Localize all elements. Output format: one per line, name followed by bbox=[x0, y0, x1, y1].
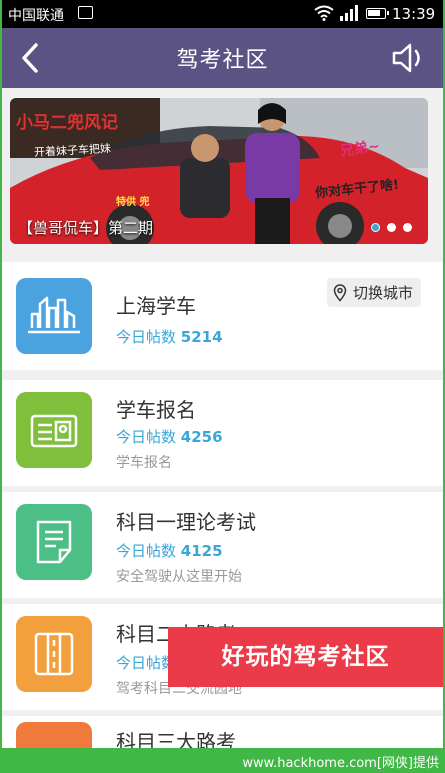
switch-city-button[interactable]: 切换城市 bbox=[326, 278, 421, 307]
road-3-icon bbox=[16, 722, 92, 748]
forum-subtitle: 安全驾驶从这里开始 bbox=[116, 569, 242, 585]
forum-title: 科目三大路考 bbox=[116, 730, 236, 748]
signal-icon bbox=[340, 5, 358, 21]
forum-post-count: 今日帖数 4125 bbox=[116, 542, 223, 560]
carousel-dot-1[interactable] bbox=[371, 223, 380, 232]
forum-item-theory[interactable]: 科目一理论考试 今日帖数 4125 安全驾驶从这里开始 bbox=[2, 492, 443, 598]
carousel-indicator bbox=[371, 223, 412, 232]
switch-city-label: 切换城市 bbox=[352, 284, 413, 302]
road-icon bbox=[16, 616, 92, 692]
city-forum-item[interactable]: 上海学车 今日帖数 5214 切换城市 bbox=[2, 262, 443, 370]
carrier-name: 中国联通 bbox=[8, 8, 64, 24]
document-icon bbox=[16, 504, 92, 580]
promo-text: 好玩的驾考社区 bbox=[221, 644, 390, 670]
city-name: 上海学车 bbox=[116, 294, 196, 318]
promo-banner: 好玩的驾考社区 bbox=[168, 627, 443, 687]
id-card-icon bbox=[16, 392, 92, 468]
nav-bar: 驾考社区 bbox=[2, 28, 443, 88]
banner-tag-yellow: 特供 兜 bbox=[116, 197, 150, 208]
forum-subtitle: 学车报名 bbox=[116, 455, 172, 471]
forum-post-count: 今日帖数 bbox=[116, 654, 177, 672]
page-title: 驾考社区 bbox=[176, 48, 269, 73]
watermark-text: www.hackhome.com[网侠]提供 bbox=[242, 756, 439, 771]
banner-carousel[interactable]: 小马二兜风记 开着妹子车把妹 兄弟~ 你对车干了啥! 特供 兜 【兽哥侃车】第二… bbox=[10, 98, 428, 244]
watermark-bar: www.hackhome.com[网侠]提供 bbox=[0, 748, 445, 773]
location-pin-icon bbox=[333, 283, 347, 302]
carousel-dot-2[interactable] bbox=[387, 223, 396, 232]
speaker-icon[interactable] bbox=[391, 42, 427, 74]
forum-title: 学车报名 bbox=[116, 398, 196, 422]
battery-icon bbox=[366, 8, 389, 19]
image-notification-icon bbox=[78, 6, 93, 19]
status-bar: 中国联通 13:39 bbox=[2, 0, 443, 28]
banner-caption: 【兽哥侃车】第二期 bbox=[18, 219, 154, 237]
status-time: 13:39 bbox=[392, 5, 436, 23]
forum-title: 科目一理论考试 bbox=[116, 510, 256, 534]
forum-post-count: 今日帖数 4256 bbox=[116, 428, 223, 446]
forum-item-road-3[interactable]: 科目三大路考 bbox=[2, 716, 443, 748]
city-post-count: 今日帖数 5214 bbox=[116, 328, 223, 346]
carousel-dot-3[interactable] bbox=[403, 223, 412, 232]
wifi-icon bbox=[314, 5, 334, 21]
app-screen: 中国联通 13:39 驾考社区 小马二兜风记 开着妹子车把妹 兄弟~ 你对车干了… bbox=[2, 0, 443, 748]
city-skyline-icon bbox=[16, 278, 92, 354]
banner-title-script: 小马二兜风记 bbox=[16, 113, 118, 133]
forum-item-signup[interactable]: 学车报名 今日帖数 4256 学车报名 bbox=[2, 380, 443, 486]
